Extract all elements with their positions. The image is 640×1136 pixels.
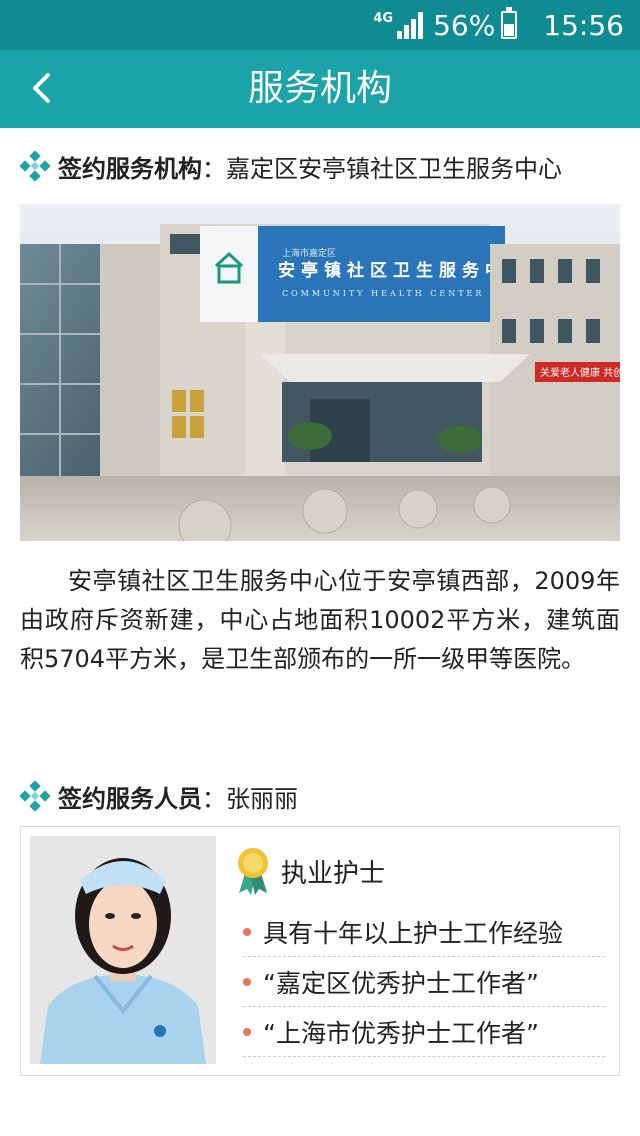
qualification-text: “上海市优秀护士工作者” — [263, 1018, 539, 1048]
staff-title-row: 执业护士 — [235, 847, 385, 895]
status-bar: 4G 56% 15:56 — [0, 0, 640, 50]
clock: 15:56 — [543, 8, 624, 42]
medal-icon — [238, 848, 268, 895]
institution-name: ：嘉定区安亭镇社区卫生服务中心 — [202, 154, 562, 183]
back-button[interactable] — [16, 60, 66, 116]
staff-title: 执业护士 — [281, 858, 386, 889]
qualification-item: “嘉定区优秀护士工作者” — [243, 957, 605, 1007]
institution-label: 签约服务机构 — [58, 154, 202, 183]
network-type: 4G — [373, 11, 394, 26]
sign-small-text: 上海市嘉定区 — [282, 247, 336, 259]
banner-text: 关爱老人健康 共创 — [540, 366, 620, 379]
signal-icon — [395, 11, 424, 39]
qualification-text: 具有十年以上护士工作经验 — [263, 918, 564, 948]
page-title: 服务机构 — [247, 68, 392, 109]
bullet-icon — [243, 927, 251, 936]
facility-photo: 上海市嘉定区 安亭镇社区卫生服务中心 COMMUNITY HEALTH CENT… — [20, 204, 620, 541]
battery-percent: 56% — [433, 8, 496, 42]
institution-description: 安亭镇社区卫生服务中心位于安亭镇西部，2009年由政府斥资新建，中心占地面积10… — [20, 567, 620, 673]
staff-label: 签约服务人员 — [58, 784, 202, 813]
battery-icon — [501, 7, 518, 39]
bullet-icon — [243, 977, 251, 986]
diamond-cluster-icon — [20, 781, 50, 811]
institution-heading: 签约服务机构 ：嘉定区安亭镇社区卫生服务中心 — [20, 150, 562, 183]
qualification-text: “嘉定区优秀护士工作者” — [263, 968, 539, 998]
sign-english-text: COMMUNITY HEALTH CENTER — [282, 289, 484, 298]
staff-heading: 签约服务人员 ：张丽丽 — [20, 780, 298, 813]
staff-name: ：张丽丽 — [202, 784, 298, 813]
qualification-item: “上海市优秀护士工作者” — [243, 1007, 605, 1057]
nav-bar: 服务机构 — [0, 50, 640, 128]
staff-photo — [30, 836, 216, 1064]
chevron-left-icon — [33, 73, 50, 103]
bullet-icon — [243, 1027, 251, 1036]
staff-card[interactable]: 执业护士 具有十年以上护士工作经验 “嘉定区优秀护士工作者” “上海市优秀护士工… — [20, 826, 620, 1076]
diamond-cluster-icon — [20, 151, 50, 181]
qualification-item: 具有十年以上护士工作经验 — [243, 907, 605, 957]
qualification-list: 具有十年以上护士工作经验 “嘉定区优秀护士工作者” “上海市优秀护士工作者” — [243, 907, 605, 1057]
